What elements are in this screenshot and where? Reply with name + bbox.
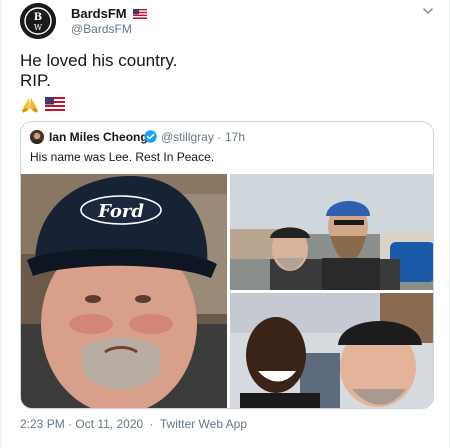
author-handle[interactable]: @BardsFM — [71, 22, 132, 36]
bardsfm-avatar[interactable]: B W — [20, 3, 56, 39]
meta-separator: · — [149, 417, 154, 431]
tweet-card: B W BardsFM @BardsFM He loved his countr… — [0, 0, 450, 448]
tweet-timestamp[interactable]: 2:23 PM · Oct 11, 2020 — [20, 417, 143, 431]
photo-two-men-selfie — [230, 293, 433, 408]
quoted-author-handle[interactable]: @stillgray — [161, 130, 214, 144]
quoted-avatar[interactable] — [30, 130, 44, 144]
tweet-text: He loved his country. RIP. — [20, 51, 177, 91]
tweet-text-line: He loved his country. — [20, 51, 178, 70]
bardsfm-logo: B W — [20, 3, 56, 39]
svg-text:W: W — [34, 23, 43, 32]
photo-two-bikers — [230, 174, 433, 290]
photo-1[interactable]: Ford — [21, 174, 227, 408]
tweet-source[interactable]: Twitter Web App — [160, 417, 247, 431]
verified-badge-icon — [144, 130, 157, 143]
author-name-row[interactable]: BardsFM — [71, 6, 148, 21]
photo-man-ford-cap: Ford — [21, 174, 227, 408]
us-flag-icon — [45, 97, 66, 111]
quoted-separator: · — [217, 130, 221, 144]
chevron-down-icon[interactable] — [421, 6, 435, 16]
svg-text:B: B — [34, 12, 42, 23]
quoted-timestamp[interactable]: 17h — [225, 130, 245, 144]
quoted-author-name[interactable]: Ian Miles Cheong — [49, 130, 148, 144]
photo-2[interactable] — [230, 174, 433, 290]
tweet-meta: 2:23 PM · Oct 11, 2020 · Twitter Web App — [20, 417, 247, 431]
quoted-avatar-image — [30, 130, 44, 144]
us-flag-icon — [133, 9, 148, 19]
quoted-tweet-text: His name was Lee. Rest In Peace. — [30, 150, 215, 164]
emoji-line — [20, 95, 66, 113]
photo-3[interactable] — [230, 293, 433, 408]
author-name[interactable]: BardsFM — [71, 6, 127, 21]
ford-cap-logo: Ford — [97, 201, 144, 222]
tweet-text-line: RIP. — [20, 71, 51, 90]
quoted-tweet[interactable]: Ian Miles Cheong @stillgray · 17h His na… — [20, 121, 434, 409]
folded-hands-icon — [21, 97, 39, 113]
